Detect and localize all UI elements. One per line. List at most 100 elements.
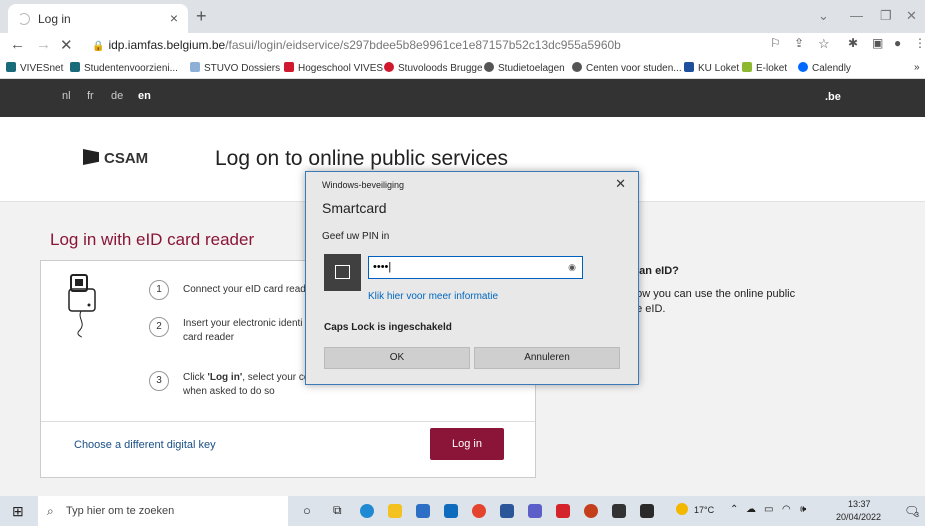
cancel-button[interactable]: Annuleren xyxy=(474,347,620,369)
reveal-password-icon[interactable]: ◉ xyxy=(568,257,576,277)
step-text: Insert your electronic identi card reade… xyxy=(183,318,303,343)
battery-icon[interactable]: ▭ xyxy=(764,504,773,515)
tab-title: Log in xyxy=(38,12,71,26)
be-logo[interactable]: .be xyxy=(825,91,841,103)
bookmark-hogeschool-vives[interactable]: Hogeschool VIVES xyxy=(284,62,383,74)
forward-icon[interactable]: → xyxy=(36,36,51,53)
bookmark-calendly[interactable]: Calendly xyxy=(798,62,851,74)
tray-chevron-icon[interactable]: ⌃ xyxy=(730,504,738,515)
choose-digital-key-link[interactable]: Choose a different digital key xyxy=(74,439,216,451)
bookmark-favicon-icon xyxy=(798,62,808,72)
step-number: 3 xyxy=(149,371,169,391)
section-title: Log in with eID card reader xyxy=(50,230,255,249)
lang-de[interactable]: de xyxy=(111,90,123,102)
bookmark-favicon-icon xyxy=(6,62,16,72)
search-icon: ⌕ xyxy=(47,504,54,518)
step-number: 2 xyxy=(149,317,169,337)
csam-mark-icon xyxy=(83,149,99,165)
lang-fr[interactable]: fr xyxy=(87,90,94,102)
dialog-close-icon[interactable]: ✕ xyxy=(615,176,626,192)
bookmark-vivesnet[interactable]: VIVESnet xyxy=(6,62,63,74)
divider xyxy=(41,421,535,422)
weather-icon[interactable] xyxy=(676,503,688,515)
bookmark-favicon-icon xyxy=(190,62,200,72)
taskbar-search[interactable]: ⌕ Typ hier om te zoeken xyxy=(38,496,288,526)
clock-time[interactable]: 13:37 xyxy=(848,499,871,509)
word-icon[interactable] xyxy=(500,504,514,518)
tab-search-icon[interactable]: ⌄ xyxy=(818,8,829,24)
bookmark-stuvo-dossiers[interactable]: STUVO Dossiers xyxy=(190,62,280,74)
eid-info: e an eID? how you can use the online pub… xyxy=(630,264,795,317)
bookmark-centen-voor-studenten[interactable]: Centen voor studen... xyxy=(572,62,682,74)
bookmark-stuvoloods-brugge[interactable]: Stuvoloods Brugge xyxy=(384,62,483,74)
step-number: 1 xyxy=(149,280,169,300)
language-bar: nl fr de en .be xyxy=(0,79,925,117)
page-title: Log on to online public services xyxy=(215,147,509,170)
translate-icon[interactable]: ⚐ xyxy=(770,36,781,50)
smartcard-chip-icon xyxy=(335,265,350,279)
windows-start-icon[interactable]: ⊞ xyxy=(12,503,24,520)
bookmark-studietoelagen[interactable]: Studietoelagen xyxy=(484,62,565,74)
close-tab-icon[interactable]: × xyxy=(170,10,178,26)
cortana-icon[interactable]: ○ xyxy=(303,503,311,518)
url-host: idp.iamfas.belgium.be xyxy=(108,38,226,52)
temperature[interactable]: 17°C xyxy=(694,505,714,515)
restore-icon[interactable]: ❐ xyxy=(880,8,892,24)
bookmark-ku-loket[interactable]: KU Loket xyxy=(684,62,739,74)
minimize-icon[interactable]: — xyxy=(850,8,863,23)
bookmark-favicon-icon xyxy=(484,62,494,72)
bookmark-favicon-icon xyxy=(384,62,394,72)
lang-en[interactable]: en xyxy=(138,90,151,102)
teams-icon[interactable] xyxy=(528,504,542,518)
more-info-link[interactable]: Klik hier voor meer informatie xyxy=(368,291,498,302)
bookmark-favicon-icon xyxy=(572,62,582,72)
address-toolbar: ← → ✕ 🔒 idp.iamfas.belgium.be/fasui/login… xyxy=(0,33,925,58)
bookmark-e-loket[interactable]: E-loket xyxy=(742,62,787,74)
menu-icon[interactable]: ⋮ xyxy=(914,36,925,50)
lang-nl[interactable]: nl xyxy=(62,90,71,102)
chrome-icon[interactable] xyxy=(472,504,486,518)
extensions-icon[interactable]: ✱ xyxy=(848,36,858,50)
bookmark-studentenvoorzieningen[interactable]: Studentenvoorzieni... xyxy=(70,62,178,74)
ok-button[interactable]: OK xyxy=(324,347,470,369)
browser-tab-bar: Log in × + ⌄ — ❐ ✕ xyxy=(0,0,925,33)
dialog-heading: Smartcard xyxy=(322,200,387,216)
back-icon[interactable]: ← xyxy=(10,36,25,53)
task-view-icon[interactable]: ⧉ xyxy=(333,503,342,518)
close-window-icon[interactable]: ✕ xyxy=(906,8,917,24)
app-icon[interactable] xyxy=(612,504,626,518)
url-path: /fasui/login/eidservice/s297bdee5b8e9961… xyxy=(225,38,621,52)
eid-line1: how you can use the online public xyxy=(630,288,796,300)
wifi-icon[interactable]: ◠ xyxy=(782,504,791,515)
bookmark-favicon-icon xyxy=(70,62,80,72)
edge-icon[interactable] xyxy=(360,504,374,518)
notification-count: 3 xyxy=(915,512,919,519)
volume-icon[interactable]: 🕪 xyxy=(800,504,806,515)
outlook-icon[interactable] xyxy=(444,504,458,518)
share-icon[interactable]: ⇪ xyxy=(794,36,804,50)
powerpoint-icon[interactable] xyxy=(584,504,598,518)
step-text: Click 'Log in', select your ce when aske… xyxy=(183,372,310,397)
bookmark-favicon-icon xyxy=(684,62,694,72)
login-button[interactable]: Log in xyxy=(430,428,504,460)
more-bookmarks-icon[interactable]: » xyxy=(914,62,920,73)
windows-taskbar: ⊞ ⌕ Typ hier om te zoeken ○ ⧉ 17°C ⌃ ☁ ▭… xyxy=(0,496,925,526)
loading-icon xyxy=(18,13,30,25)
card-reader-app-icon[interactable] xyxy=(640,504,654,518)
eid-line2: he eID. xyxy=(630,303,666,315)
file-explorer-icon[interactable] xyxy=(388,504,402,518)
pin-input[interactable]: ••••| ◉ xyxy=(368,256,583,279)
bookmarks-bar: VIVESnet Studentenvoorzieni... STUVO Dos… xyxy=(0,58,925,79)
acrobat-icon[interactable] xyxy=(556,504,570,518)
onedrive-icon[interactable]: ☁ xyxy=(746,504,756,515)
store-icon[interactable] xyxy=(416,504,430,518)
bookmark-star-icon[interactable]: ☆ xyxy=(818,36,830,52)
sidebar-icon[interactable]: ▣ xyxy=(872,36,883,50)
profile-icon[interactable]: ● xyxy=(894,36,901,50)
new-tab-icon[interactable]: + xyxy=(196,6,207,27)
clock-date[interactable]: 20/04/2022 xyxy=(836,512,881,522)
stop-icon[interactable]: ✕ xyxy=(60,36,73,54)
address-bar[interactable]: 🔒 idp.iamfas.belgium.be/fasui/login/eidse… xyxy=(86,35,856,56)
browser-tab[interactable]: Log in × xyxy=(8,4,188,33)
screen: Log in × + ⌄ — ❐ ✕ ← → ✕ 🔒 idp.iamfas.bel… xyxy=(0,0,925,526)
